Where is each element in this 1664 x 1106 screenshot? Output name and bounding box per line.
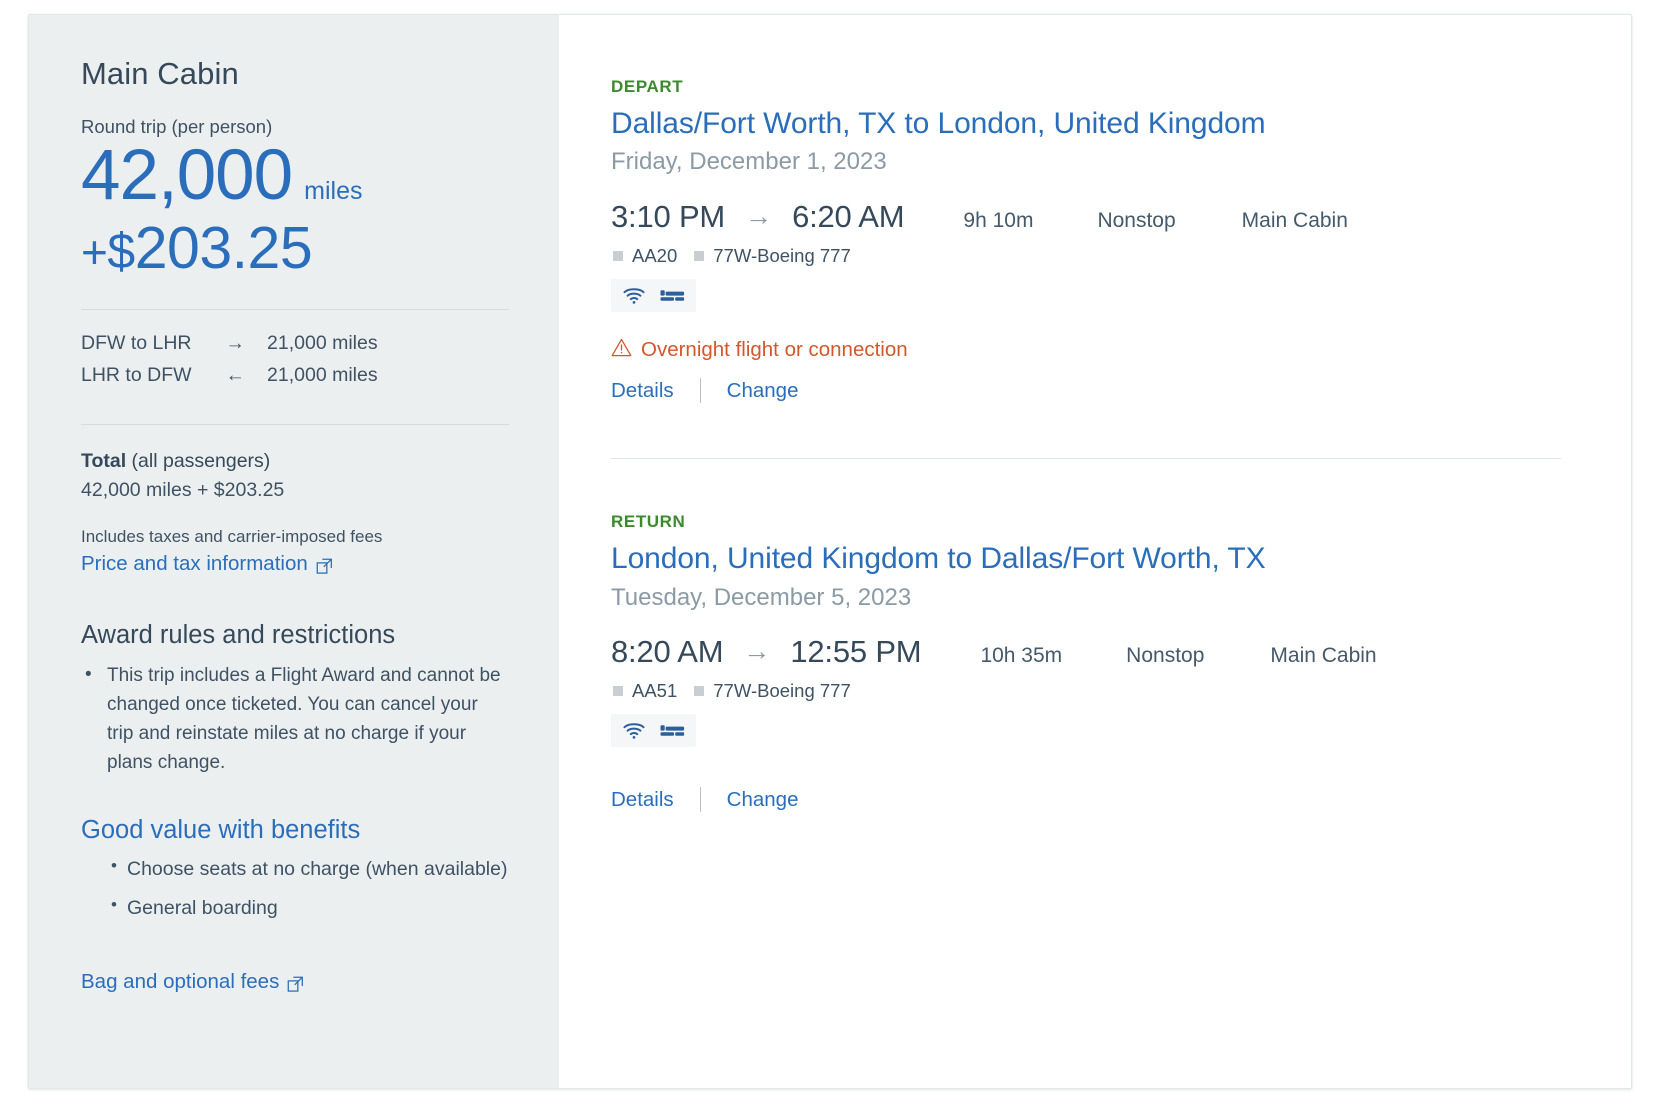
price-and-tax-information-label: Price and tax information [81,552,308,576]
price-and-tax-information-link[interactable]: Price and tax information [81,552,333,576]
wifi-icon [622,286,646,305]
action-separator [699,787,701,813]
flight-cabin: Main Cabin [1270,644,1377,668]
miles-value: 42,000 [81,136,293,216]
segment-route-return: London, United Kingdom to Dallas/Fort Wo… [611,542,1266,576]
external-link-icon [316,557,333,574]
total-label-suffix: (all passengers) [126,449,271,472]
cash-price: +$203.25 [81,215,509,282]
includes-taxes-note: Includes taxes and carrier-imposed fees [81,527,383,547]
segment-route-depart: Dallas/Fort Worth, TX to London, United … [611,107,1266,140]
leg-miles-table: DFW to LHR → 21,000 miles LHR to DFW ← 2… [81,332,378,396]
flight-number: AA20 [632,245,678,267]
flight-stops: Nonstop [1126,644,1205,668]
details-link-depart[interactable]: Details [611,379,674,403]
warning-triangle-icon [611,338,632,362]
total-block: Total (all passengers) 42,000 miles + $2… [81,447,509,576]
cash-plus-sign: + [81,226,108,279]
segment-return: RETURN London, United Kingdom to Dallas/… [611,512,1561,813]
amenities-return [611,714,696,748]
bullet-square-icon [613,686,623,697]
segment-depart: DEPART Dallas/Fort Worth, TX to London, … [611,77,1561,404]
change-link-return[interactable]: Change [727,788,799,812]
arrow-right-icon: → [745,201,773,232]
overnight-warning-depart: Overnight flight or connection [611,338,1561,362]
leg-arrow-return-icon: ← [225,363,246,386]
miles-unit: miles [304,177,363,206]
change-link-depart[interactable]: Change [727,379,799,403]
wifi-icon [622,721,646,740]
action-separator [699,378,701,404]
flight-duration: 10h 35m [980,644,1063,668]
table-row: LHR to DFW ← 21,000 miles [81,364,378,396]
lie-flat-seat-icon [660,287,685,304]
total-label: Total (all passengers) [81,447,509,476]
arrow-right-icon: → [743,636,771,667]
table-row: DFW to LHR → 21,000 miles [81,332,378,364]
divider-above-legs [81,308,509,310]
flight-meta-return: AA51 77W-Boeing 777 [613,680,1561,702]
flight-duration: 9h 10m [963,209,1034,233]
leg-route-return: LHR to DFW [81,363,192,386]
fare-summary-sidebar: Main Cabin Round trip (per person) 42,00… [29,15,559,1088]
list-item: General boarding [111,892,509,923]
amenities-depart [611,279,696,313]
arrival-time: 12:55 PM [790,634,922,670]
award-rules-title: Award rules and restrictions [81,621,396,650]
segment-date-return: Tuesday, December 5, 2023 [611,583,912,611]
aircraft-type: 77W-Boeing 777 [713,245,851,267]
bullet-square-icon [694,686,705,697]
segment-label-return: RETURN [611,512,686,532]
departure-time: 3:10 PM [611,199,726,235]
departure-time: 8:20 AM [611,634,724,670]
list-item: Choose seats at no charge (when availabl… [111,853,509,884]
flight-meta-depart: AA20 77W-Boeing 777 [613,245,1561,267]
leg-miles-return: 21,000 miles [267,363,378,386]
segment-times-return: 8:20 AM → 12:55 PM 10h 35m Nonstop Main … [611,634,1561,670]
total-label-strong: Total [81,449,127,472]
segment-actions-return: Details Change [611,787,1561,813]
details-link-return[interactable]: Details [611,788,674,812]
cash-currency-symbol: $ [107,223,135,280]
aircraft-type: 77W-Boeing 777 [713,680,851,702]
cabin-title: Main Cabin [81,56,239,91]
leg-arrow-outbound-icon: → [225,331,246,354]
bullet-square-icon [613,251,623,262]
list-item: This trip includes a Flight Award and ca… [81,660,509,777]
segment-label-depart: DEPART [611,77,684,96]
external-link-icon [287,975,304,992]
segment-times-depart: 3:10 PM → 6:20 AM 9h 10m Nonstop Main Ca… [611,199,1561,235]
arrival-time: 6:20 AM [792,199,905,235]
flight-stops: Nonstop [1097,209,1176,233]
flight-number: AA51 [632,680,678,702]
award-rules-list: This trip includes a Flight Award and ca… [81,660,509,777]
segment-date-depart: Friday, December 1, 2023 [611,148,887,176]
round-trip-label: Round trip (per person) [81,116,273,138]
leg-route-outbound: DFW to LHR [81,331,192,354]
segment-actions-depart: Details Change [611,378,1561,404]
lie-flat-seat-icon [660,722,685,739]
segment-divider [611,458,1561,460]
divider-above-total [81,423,509,425]
miles-price: 42,000 miles [81,140,509,211]
bullet-square-icon [694,251,705,262]
itinerary-panel: DEPART Dallas/Fort Worth, TX to London, … [559,15,1631,1088]
benefits-title: Good value with benefits [81,816,361,845]
cash-value: 203.25 [134,215,313,282]
leg-miles-outbound: 21,000 miles [267,331,378,354]
benefits-list: Choose seats at no charge (when availabl… [81,853,509,923]
overnight-warning-text: Overnight flight or connection [641,338,908,362]
award-fare-summary-card: Main Cabin Round trip (per person) 42,00… [28,14,1632,1089]
total-amount: 42,000 miles + $203.25 [81,479,285,502]
bag-and-optional-fees-link[interactable]: Bag and optional fees [81,970,304,994]
bag-and-optional-fees-label: Bag and optional fees [81,970,280,994]
flight-cabin: Main Cabin [1241,209,1348,233]
